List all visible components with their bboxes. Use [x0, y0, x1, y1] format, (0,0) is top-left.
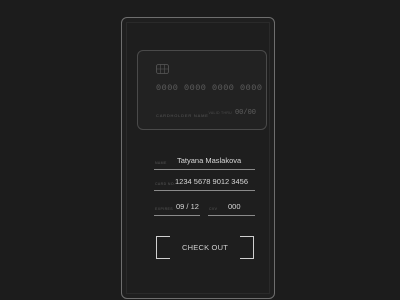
cvv-label: CVV [209, 207, 218, 211]
expiry-label: EXPIRES [155, 207, 173, 211]
credit-card-preview: 0000 0000 0000 0000 CARDHOLDER NAME VALI… [137, 50, 267, 130]
phone-screen: 0000 0000 0000 0000 CARDHOLDER NAME VALI… [126, 22, 270, 294]
cvv-value[interactable]: 000 [228, 202, 241, 211]
name-label: NAME [155, 161, 167, 165]
card-number-preview: 0000 0000 0000 0000 [156, 83, 263, 93]
expiry-value[interactable]: 09 / 12 [176, 202, 199, 211]
card-expiry-preview: VALID THRU 00/00 [208, 109, 256, 117]
phone-frame: 0000 0000 0000 0000 CARDHOLDER NAME VALI… [121, 17, 275, 299]
card-chip-icon [156, 64, 169, 74]
cvv-field[interactable]: CVV 000 [208, 202, 255, 216]
name-value[interactable]: Tatyana Maslakova [177, 156, 241, 165]
card-expiry-value: 00/00 [234, 109, 256, 117]
card-holder-preview: CARDHOLDER NAME [156, 113, 209, 118]
checkout-label: CHECK OUT [182, 243, 228, 252]
checkout-button[interactable]: CHECK OUT [156, 234, 254, 261]
name-field[interactable]: NAME Tatyana Maslakova [154, 156, 255, 170]
expiry-field[interactable]: EXPIRES 09 / 12 [154, 202, 200, 216]
card-expiry-label: VALID THRU [208, 111, 232, 115]
card-number-field[interactable]: CARD NO. 1234 5678 9012 3456 [154, 177, 255, 191]
card-number-label: CARD NO. [155, 182, 176, 186]
card-number-value[interactable]: 1234 5678 9012 3456 [175, 177, 248, 186]
